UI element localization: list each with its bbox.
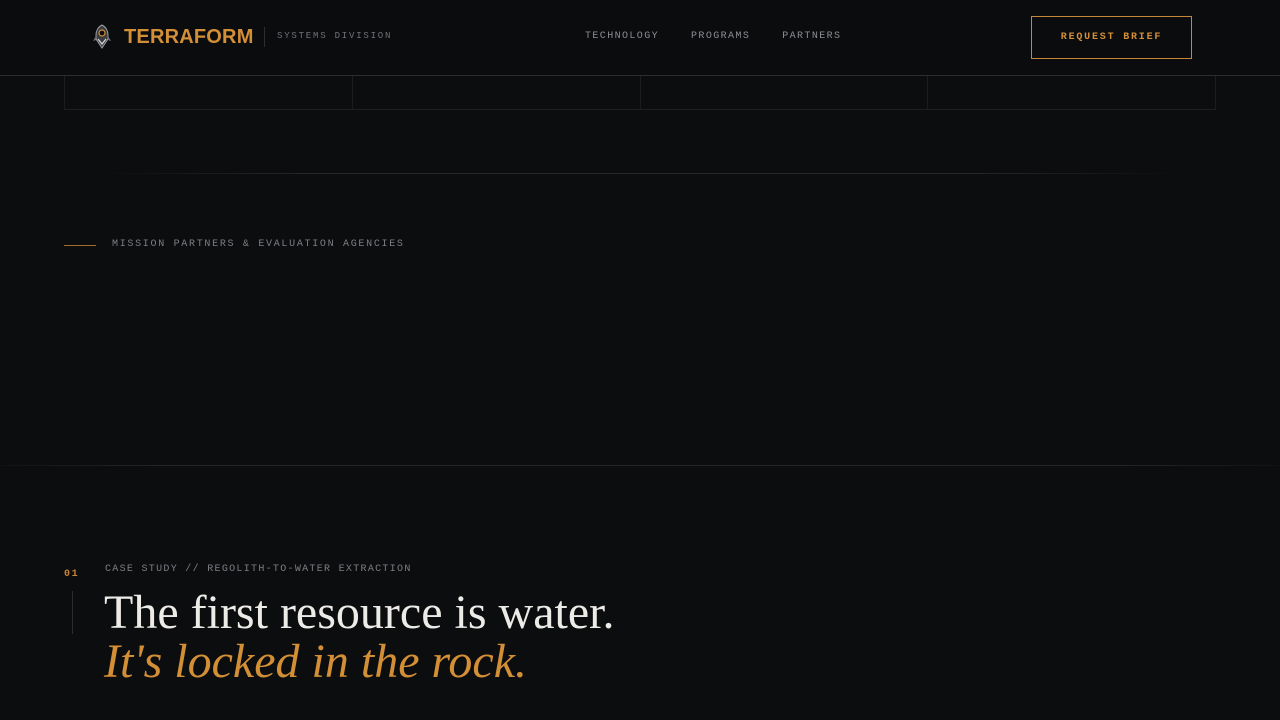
case-study-eyebrow: CASE STUDY // REGOLITH-TO-WATER EXTRACTI… [105,564,412,575]
brand-divider [264,27,265,47]
case-study-number: 01 [64,569,80,580]
nav-item-technology[interactable]: TECHNOLOGY [585,31,659,43]
main-nav: TECHNOLOGY PROGRAMS PARTNERS [585,31,841,43]
nav-item-partners[interactable]: PARTNERS [782,31,841,43]
request-brief-button[interactable]: REQUEST BRIEF [1031,16,1192,59]
case-study-title: The first resource is water. [104,586,615,639]
brand-division: SYSTEMS DIVISION [277,31,393,41]
section-divider [96,173,1184,174]
nav-item-programs[interactable]: PROGRAMS [691,31,750,43]
brand-name[interactable]: TERRAFORM [124,25,254,49]
rocket-emblem-icon[interactable] [91,24,113,49]
partners-eyebrow: MISSION PARTNERS & EVALUATION AGENCIES [64,239,405,251]
section-divider [0,465,1280,466]
accent-line [64,244,96,246]
site-header: TERRAFORM SYSTEMS DIVISION TECHNOLOGY PR… [0,0,1280,76]
case-study-subtitle: It's locked in the rock. [104,635,527,688]
case-study-rule [72,591,73,634]
partners-label: MISSION PARTNERS & EVALUATION AGENCIES [112,239,405,250]
